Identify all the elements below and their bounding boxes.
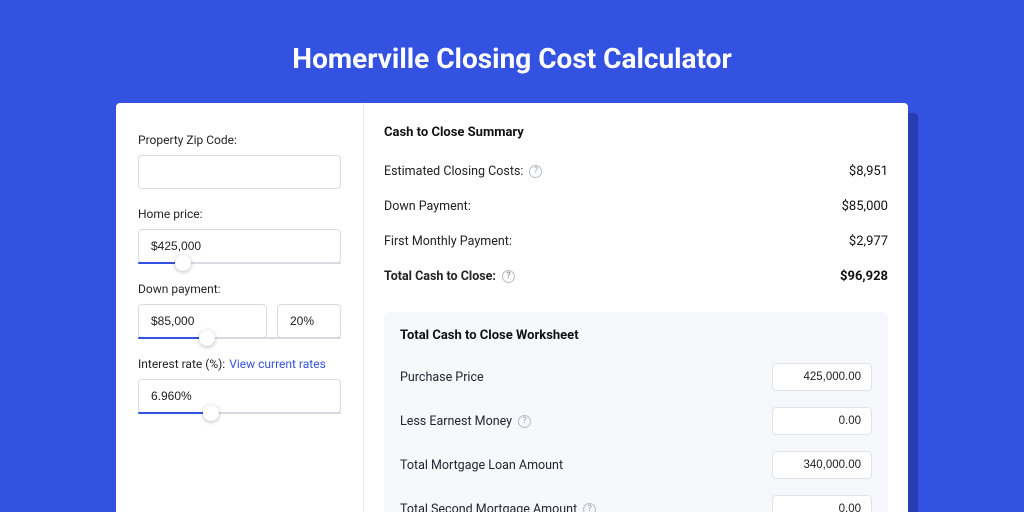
summary-row-closing: Estimated Closing Costs: ? $8,951 [384, 154, 888, 189]
worksheet-row: Less Earnest Money ? [400, 399, 872, 443]
help-icon[interactable]: ? [502, 270, 515, 283]
worksheet-row: Total Mortgage Loan Amount [400, 443, 872, 487]
summary-total-value: $96,928 [840, 269, 888, 284]
worksheet-panel: Total Cash to Close Worksheet Purchase P… [384, 312, 888, 512]
summary-row-total: Total Cash to Close: ? $96,928 [384, 259, 888, 294]
down-payment-slider[interactable] [138, 337, 341, 339]
summary-row-first: First Monthly Payment: $2,977 [384, 224, 888, 259]
summary-first-label: First Monthly Payment: [384, 234, 512, 249]
zip-field: Property Zip Code: [138, 133, 341, 189]
zip-label: Property Zip Code: [138, 133, 341, 147]
worksheet-row-input[interactable] [772, 363, 872, 391]
worksheet-row-label: Total Second Mortgage Amount [400, 502, 577, 512]
help-icon[interactable]: ? [529, 165, 542, 178]
page-title: Homerville Closing Cost Calculator [0, 0, 1024, 103]
worksheet-title: Total Cash to Close Worksheet [400, 328, 872, 343]
home-price-slider[interactable] [138, 262, 341, 264]
summary-title: Cash to Close Summary [384, 125, 888, 140]
interest-rate-slider[interactable] [138, 412, 341, 414]
worksheet-row-label: Less Earnest Money [400, 414, 512, 429]
help-icon[interactable]: ? [518, 415, 531, 428]
calculator-card-wrap: Property Zip Code: Home price: Down paym… [116, 103, 908, 512]
worksheet-row-label: Purchase Price [400, 370, 484, 385]
interest-rate-input[interactable] [138, 379, 341, 413]
worksheet-row-label: Total Mortgage Loan Amount [400, 458, 563, 473]
home-price-field: Home price: [138, 207, 341, 264]
down-payment-field: Down payment: [138, 282, 341, 339]
summary-first-value: $2,977 [849, 234, 888, 249]
results-panel: Cash to Close Summary Estimated Closing … [364, 103, 908, 512]
worksheet-row: Total Second Mortgage Amount ? [400, 487, 872, 512]
summary-down-label: Down Payment: [384, 199, 471, 214]
worksheet-row: Purchase Price [400, 355, 872, 399]
zip-input[interactable] [138, 155, 341, 189]
interest-rate-field: Interest rate (%): View current rates [138, 357, 341, 414]
summary-down-value: $85,000 [842, 199, 888, 214]
calculator-card: Property Zip Code: Home price: Down paym… [116, 103, 908, 512]
help-icon[interactable]: ? [583, 503, 596, 512]
summary-total-label: Total Cash to Close: [384, 269, 496, 284]
worksheet-row-input[interactable] [772, 407, 872, 435]
slider-fill [138, 412, 211, 414]
slider-thumb[interactable] [199, 330, 215, 346]
home-price-label: Home price: [138, 207, 341, 221]
down-payment-label: Down payment: [138, 282, 341, 296]
interest-rate-label: Interest rate (%): [138, 357, 225, 371]
summary-row-down: Down Payment: $85,000 [384, 189, 888, 224]
summary-closing-value: $8,951 [849, 164, 888, 179]
view-rates-link[interactable]: View current rates [229, 357, 326, 371]
worksheet-row-input[interactable] [772, 451, 872, 479]
home-price-input[interactable] [138, 229, 341, 263]
worksheet-row-input[interactable] [772, 495, 872, 512]
slider-thumb[interactable] [203, 405, 219, 421]
down-payment-pct-input[interactable] [277, 304, 341, 338]
summary-closing-label: Estimated Closing Costs: [384, 164, 523, 179]
slider-fill [138, 337, 207, 339]
inputs-panel: Property Zip Code: Home price: Down paym… [116, 103, 364, 512]
slider-thumb[interactable] [175, 255, 191, 271]
